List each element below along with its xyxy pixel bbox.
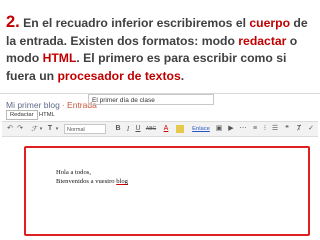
blog-name[interactable]: Mi primer blog [6,100,60,110]
italic-button[interactable]: I [124,124,132,134]
underline-button[interactable]: U [134,124,142,134]
chevron-down-icon[interactable]: ▾ [38,124,44,134]
chevron-down-icon[interactable]: ▾ [54,124,60,134]
tab-html[interactable]: HTML [36,110,58,120]
bulleted-list-icon[interactable]: ☰ [270,124,280,134]
remove-format-icon[interactable]: Ⱦ [294,124,304,134]
numbered-list-icon[interactable]: ⁝ [260,124,270,134]
highlight-color-icon[interactable] [176,125,184,133]
format-toolbar: ↶ ↷ ℱ ▾ T ▾ Normal B I U ABC A Enlace ▣ … [2,121,318,137]
editor-titlebar: Mi primer blog · Entrada [6,95,97,110]
align-left-icon[interactable]: ≡ [250,124,260,134]
post-body-content[interactable]: Hola a todos, Bienvenidos a vuestro blog [56,168,128,186]
undo-icon[interactable]: ↶ [6,124,14,134]
format-select[interactable]: Normal [64,124,106,134]
video-icon[interactable]: ▶ [226,124,236,134]
spellcheck-icon[interactable]: ✓ [306,124,316,134]
jump-break-icon[interactable]: ⋯ [238,124,248,134]
image-icon[interactable]: ▣ [214,124,224,134]
strikethrough-button[interactable]: ABC [144,124,158,134]
body-line: Hola a todos, [56,169,91,176]
tab-redactar[interactable]: Redactar [6,110,38,120]
body-word-blog: blog [116,178,128,185]
body-editor-highlight[interactable] [24,146,310,236]
redo-icon[interactable]: ↷ [16,124,24,134]
font-color-button[interactable]: A [162,124,170,134]
body-line: Bienvenidos a vuestro blog [56,178,128,185]
keyword-cuerpo: cuerpo [249,16,291,30]
keyword-html: HTML [42,51,77,65]
keyword-redactar: redactar [238,33,287,48]
link-button[interactable]: Enlace [190,124,212,134]
font-family-icon[interactable]: ℱ [30,124,38,134]
bold-button[interactable]: B [114,124,122,134]
quote-icon[interactable]: ❝ [282,124,292,134]
font-size-icon[interactable]: T [46,124,54,134]
instruction-caption: 2. En el recuadro inferior escribiremos … [6,13,308,83]
keyword-procesador: procesador de textos [57,68,181,83]
post-title-input[interactable]: El primer día de clase [88,94,214,105]
step-number: 2. [6,13,20,31]
